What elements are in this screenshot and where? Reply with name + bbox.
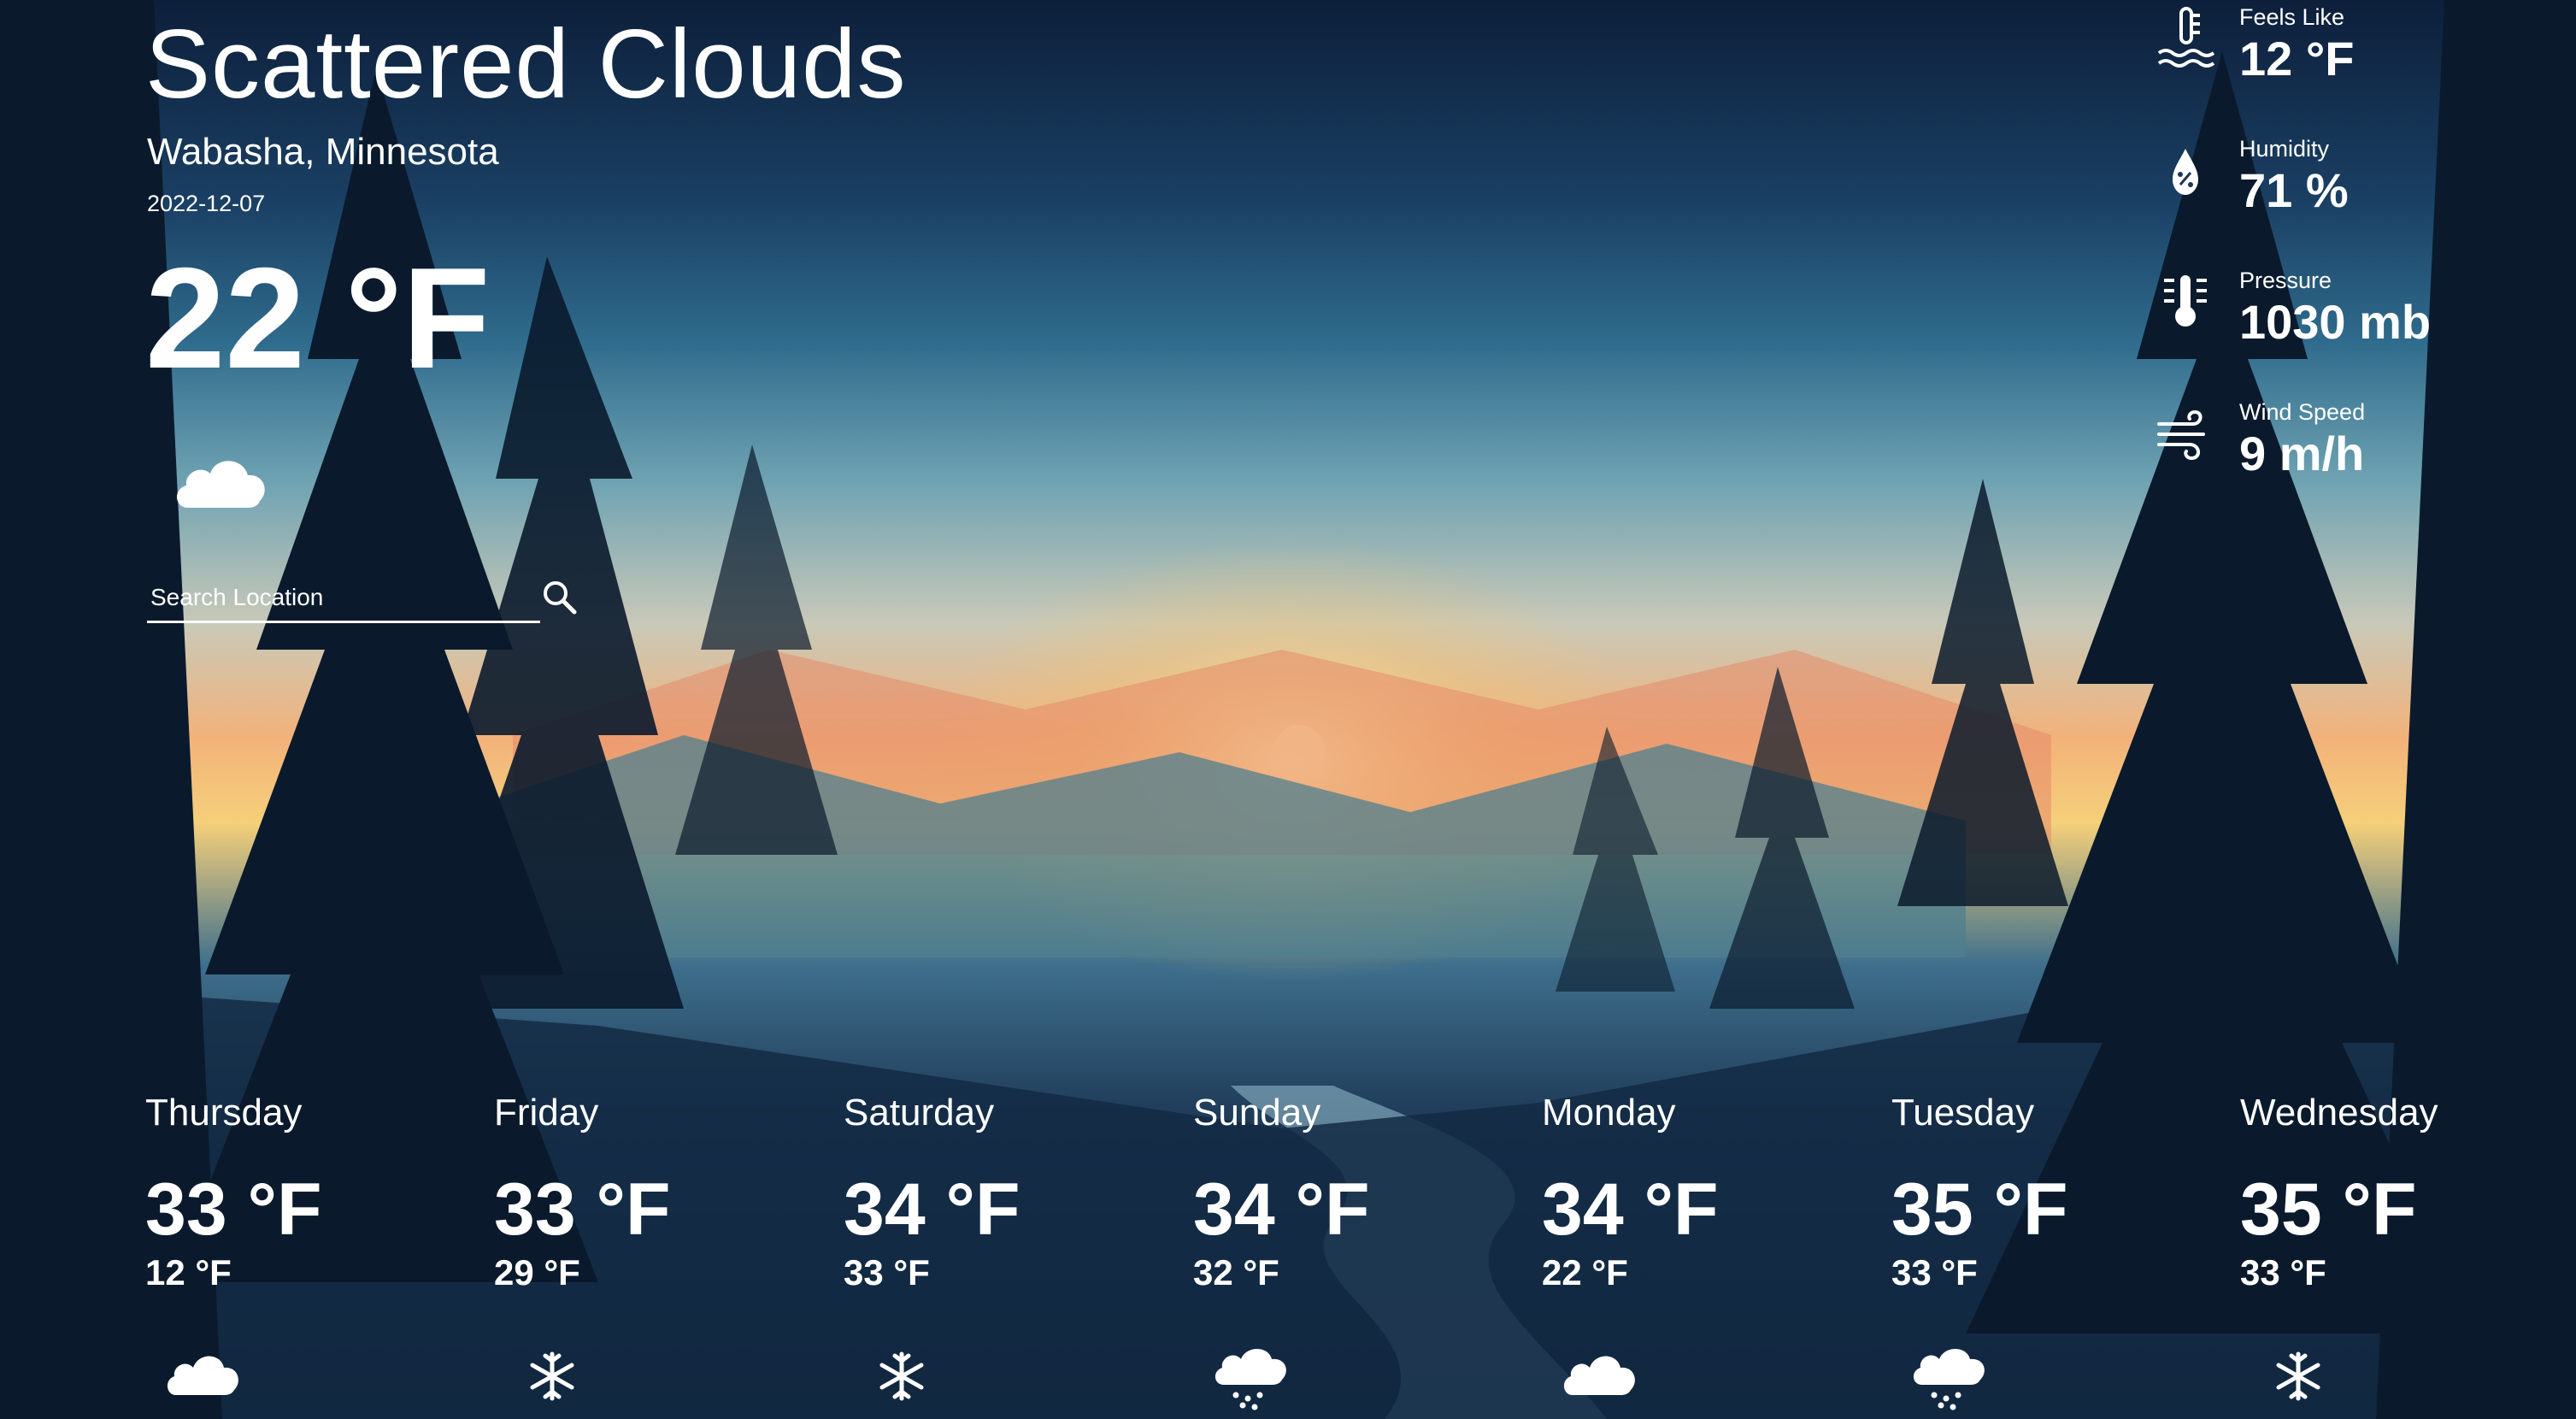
forecast-low: 12 °F [145,1252,232,1292]
snowflake-icon [2276,1351,2320,1401]
forecast-low: 32 °F [1193,1252,1279,1292]
forecast-day: Monday 34 °F 22 °F [1542,1086,1884,1419]
stat-value: 12 °F [2239,32,2355,85]
forecast-day-name: Thursday [145,1092,303,1133]
pressure-thermometer-icon [2164,275,2207,327]
forecast-high: 34 °F [1193,1169,1370,1251]
forecast-day-name: Sunday [1193,1092,1321,1133]
forecast-day-name: Wednesday [2240,1092,2438,1133]
forecast-high: 34 °F [1542,1169,1719,1251]
stat-value: 71 % [2239,163,2349,217]
stat-label: Humidity [2239,136,2330,162]
forecast-day: Thursday 33 °F 12 °F [145,1086,487,1419]
wind-icon [2157,409,2205,461]
forecast-high: 35 °F [2240,1169,2417,1251]
forecast-high: 34 °F [844,1169,1020,1251]
forecast-low: 33 °F [844,1252,930,1292]
forecast-high: 35 °F [1891,1169,2068,1251]
stat-pressure: Pressure 1030 mb [2154,263,2564,374]
forecast-high: 33 °F [494,1169,671,1251]
thermometer-water-icon [2157,7,2215,68]
search-field [147,573,540,623]
forecast-day: Sunday 34 °F 32 °F [1193,1086,1535,1419]
cloud-icon [176,461,265,508]
forecast-low: 22 °F [1542,1252,1628,1292]
forecast-low: 33 °F [1891,1252,1978,1292]
cloud-snow-icon [1214,1349,1286,1410]
search-icon[interactable] [540,578,579,617]
search-input[interactable] [149,578,528,617]
current-temperature: 22 °F [145,238,491,398]
forecast-day: Saturday 34 °F 33 °F [844,1086,1185,1419]
cloud-snow-icon [1913,1349,1985,1410]
snowflake-icon [530,1351,574,1401]
stat-label: Feels Like [2239,4,2345,30]
forecast-day: Friday 33 °F 29 °F [494,1086,836,1419]
forecast-day-name: Monday [1542,1092,1676,1133]
stat-label: Wind Speed [2239,399,2366,425]
stat-feels-like: Feels Like 12 °F [2154,0,2564,111]
stat-wind-speed: Wind Speed 9 m/h [2154,395,2564,506]
forecast-row: Thursday 33 °F 12 °F Friday 33 °F 29 °F [0,1086,2576,1419]
forecast-low: 33 °F [2240,1252,2326,1292]
stat-label: Pressure [2239,268,2332,293]
forecast-day-name: Friday [494,1092,599,1133]
forecast-low: 29 °F [494,1252,580,1292]
stat-value: 9 m/h [2239,427,2365,480]
snowflake-icon [879,1351,924,1401]
location-name: Wabasha, Minnesota [147,131,499,173]
forecast-high: 33 °F [145,1169,322,1251]
cloud-icon [167,1356,238,1395]
current-date: 2022-12-07 [147,191,266,216]
forecast-day: Tuesday 35 °F 33 °F [1891,1086,2233,1419]
cloud-icon [1563,1356,1635,1395]
weather-details: Feels Like 12 °F Humidity 71 % Pressure … [2154,0,2564,513]
weather-app: Scattered Clouds Wabasha, Minnesota 2022… [0,0,2576,1419]
condition-title: Scattered Clouds [145,10,907,119]
forecast-day-name: Tuesday [1891,1092,2035,1133]
forecast-day-name: Saturday [844,1092,995,1133]
stat-humidity: Humidity 71 % [2154,132,2564,243]
forecast-day: Wednesday 35 °F 33 °F [2240,1086,2576,1419]
stat-value: 1030 mb [2239,295,2432,349]
humidity-drop-icon [2173,149,2198,195]
